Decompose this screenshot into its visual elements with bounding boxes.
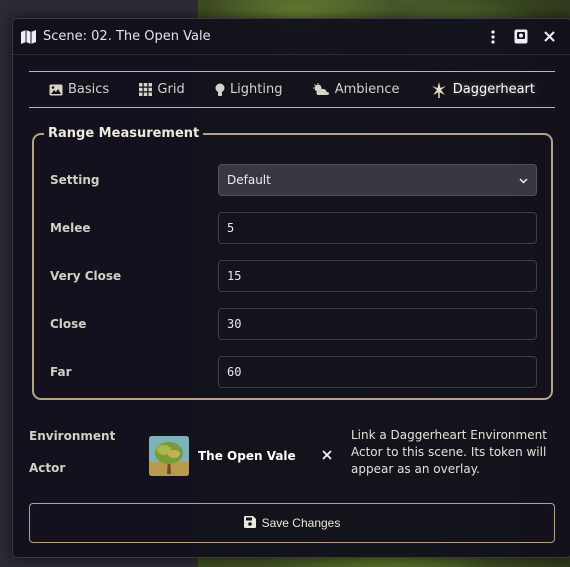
scene-config-tabs: Basics Grid Lighting Ambience Daggerhear… [29, 71, 555, 108]
range-measurement-fieldset: Range Measurement Setting Default Melee … [32, 126, 553, 400]
lightbulb-icon [215, 83, 225, 97]
environment-actor-section: Environment Actor The Open Vale Link a D… [29, 427, 559, 497]
tab-grid[interactable]: Grid [139, 82, 185, 97]
tab-lighting-label: Lighting [229, 82, 283, 97]
setting-label: Setting [50, 173, 100, 187]
kebab-menu-icon[interactable] [479, 23, 507, 51]
melee-label: Melee [50, 221, 91, 235]
close-row: Close 30 [50, 308, 538, 340]
setting-select[interactable]: Default [218, 164, 537, 196]
close-label: Close [50, 317, 87, 331]
environment-actor-hint: Link a Daggerheart Environment Actor to … [351, 428, 547, 476]
map-icon [21, 29, 37, 45]
daggerheart-logo-icon [430, 81, 448, 99]
window-titlebar[interactable]: Scene: 02. The Open Vale [13, 19, 570, 55]
environment-actor-name: The Open Vale [198, 449, 296, 463]
tab-daggerheart[interactable]: Daggerheart [430, 81, 535, 99]
remove-actor-icon[interactable] [317, 445, 337, 465]
journal-book-icon[interactable] [507, 23, 535, 51]
cloud-sun-icon [312, 83, 330, 96]
chevron-down-icon [519, 173, 528, 187]
very-close-input[interactable]: 15 [218, 260, 537, 292]
environment-actor-thumbnail[interactable] [149, 436, 189, 476]
scene-config-window: Scene: 02. The Open Vale Basics Grid Lig… [12, 18, 570, 558]
tab-ambience[interactable]: Ambience [312, 82, 400, 97]
tab-daggerheart-label: Daggerheart [452, 82, 535, 97]
image-icon [49, 84, 63, 96]
environment-label: Environment [29, 429, 116, 443]
tab-basics-label: Basics [68, 82, 110, 97]
tab-ambience-label: Ambience [334, 82, 400, 97]
save-changes-button[interactable]: Save Changes [29, 503, 555, 543]
actor-label: Actor [29, 461, 66, 475]
tab-grid-label: Grid [157, 82, 185, 97]
save-disk-icon [243, 515, 256, 531]
tab-basics[interactable]: Basics [49, 82, 109, 97]
very-close-row: Very Close 15 [50, 260, 538, 292]
window-title: Scene: 02. The Open Vale [43, 29, 211, 44]
far-input[interactable]: 60 [218, 356, 537, 388]
close-icon[interactable] [535, 23, 563, 51]
save-changes-label: Save Changes [261, 516, 341, 530]
far-row: Far 60 [50, 356, 538, 388]
very-close-label: Very Close [50, 269, 122, 283]
close-input[interactable]: 30 [218, 308, 537, 340]
melee-row: Melee 5 [50, 212, 538, 244]
far-label: Far [50, 365, 72, 379]
setting-row: Setting Default [50, 164, 538, 196]
setting-select-value: Default [227, 173, 271, 187]
range-measurement-legend: Range Measurement [48, 126, 200, 141]
melee-input[interactable]: 5 [218, 212, 537, 244]
tab-lighting[interactable]: Lighting [215, 82, 283, 97]
grid-icon [139, 83, 153, 96]
